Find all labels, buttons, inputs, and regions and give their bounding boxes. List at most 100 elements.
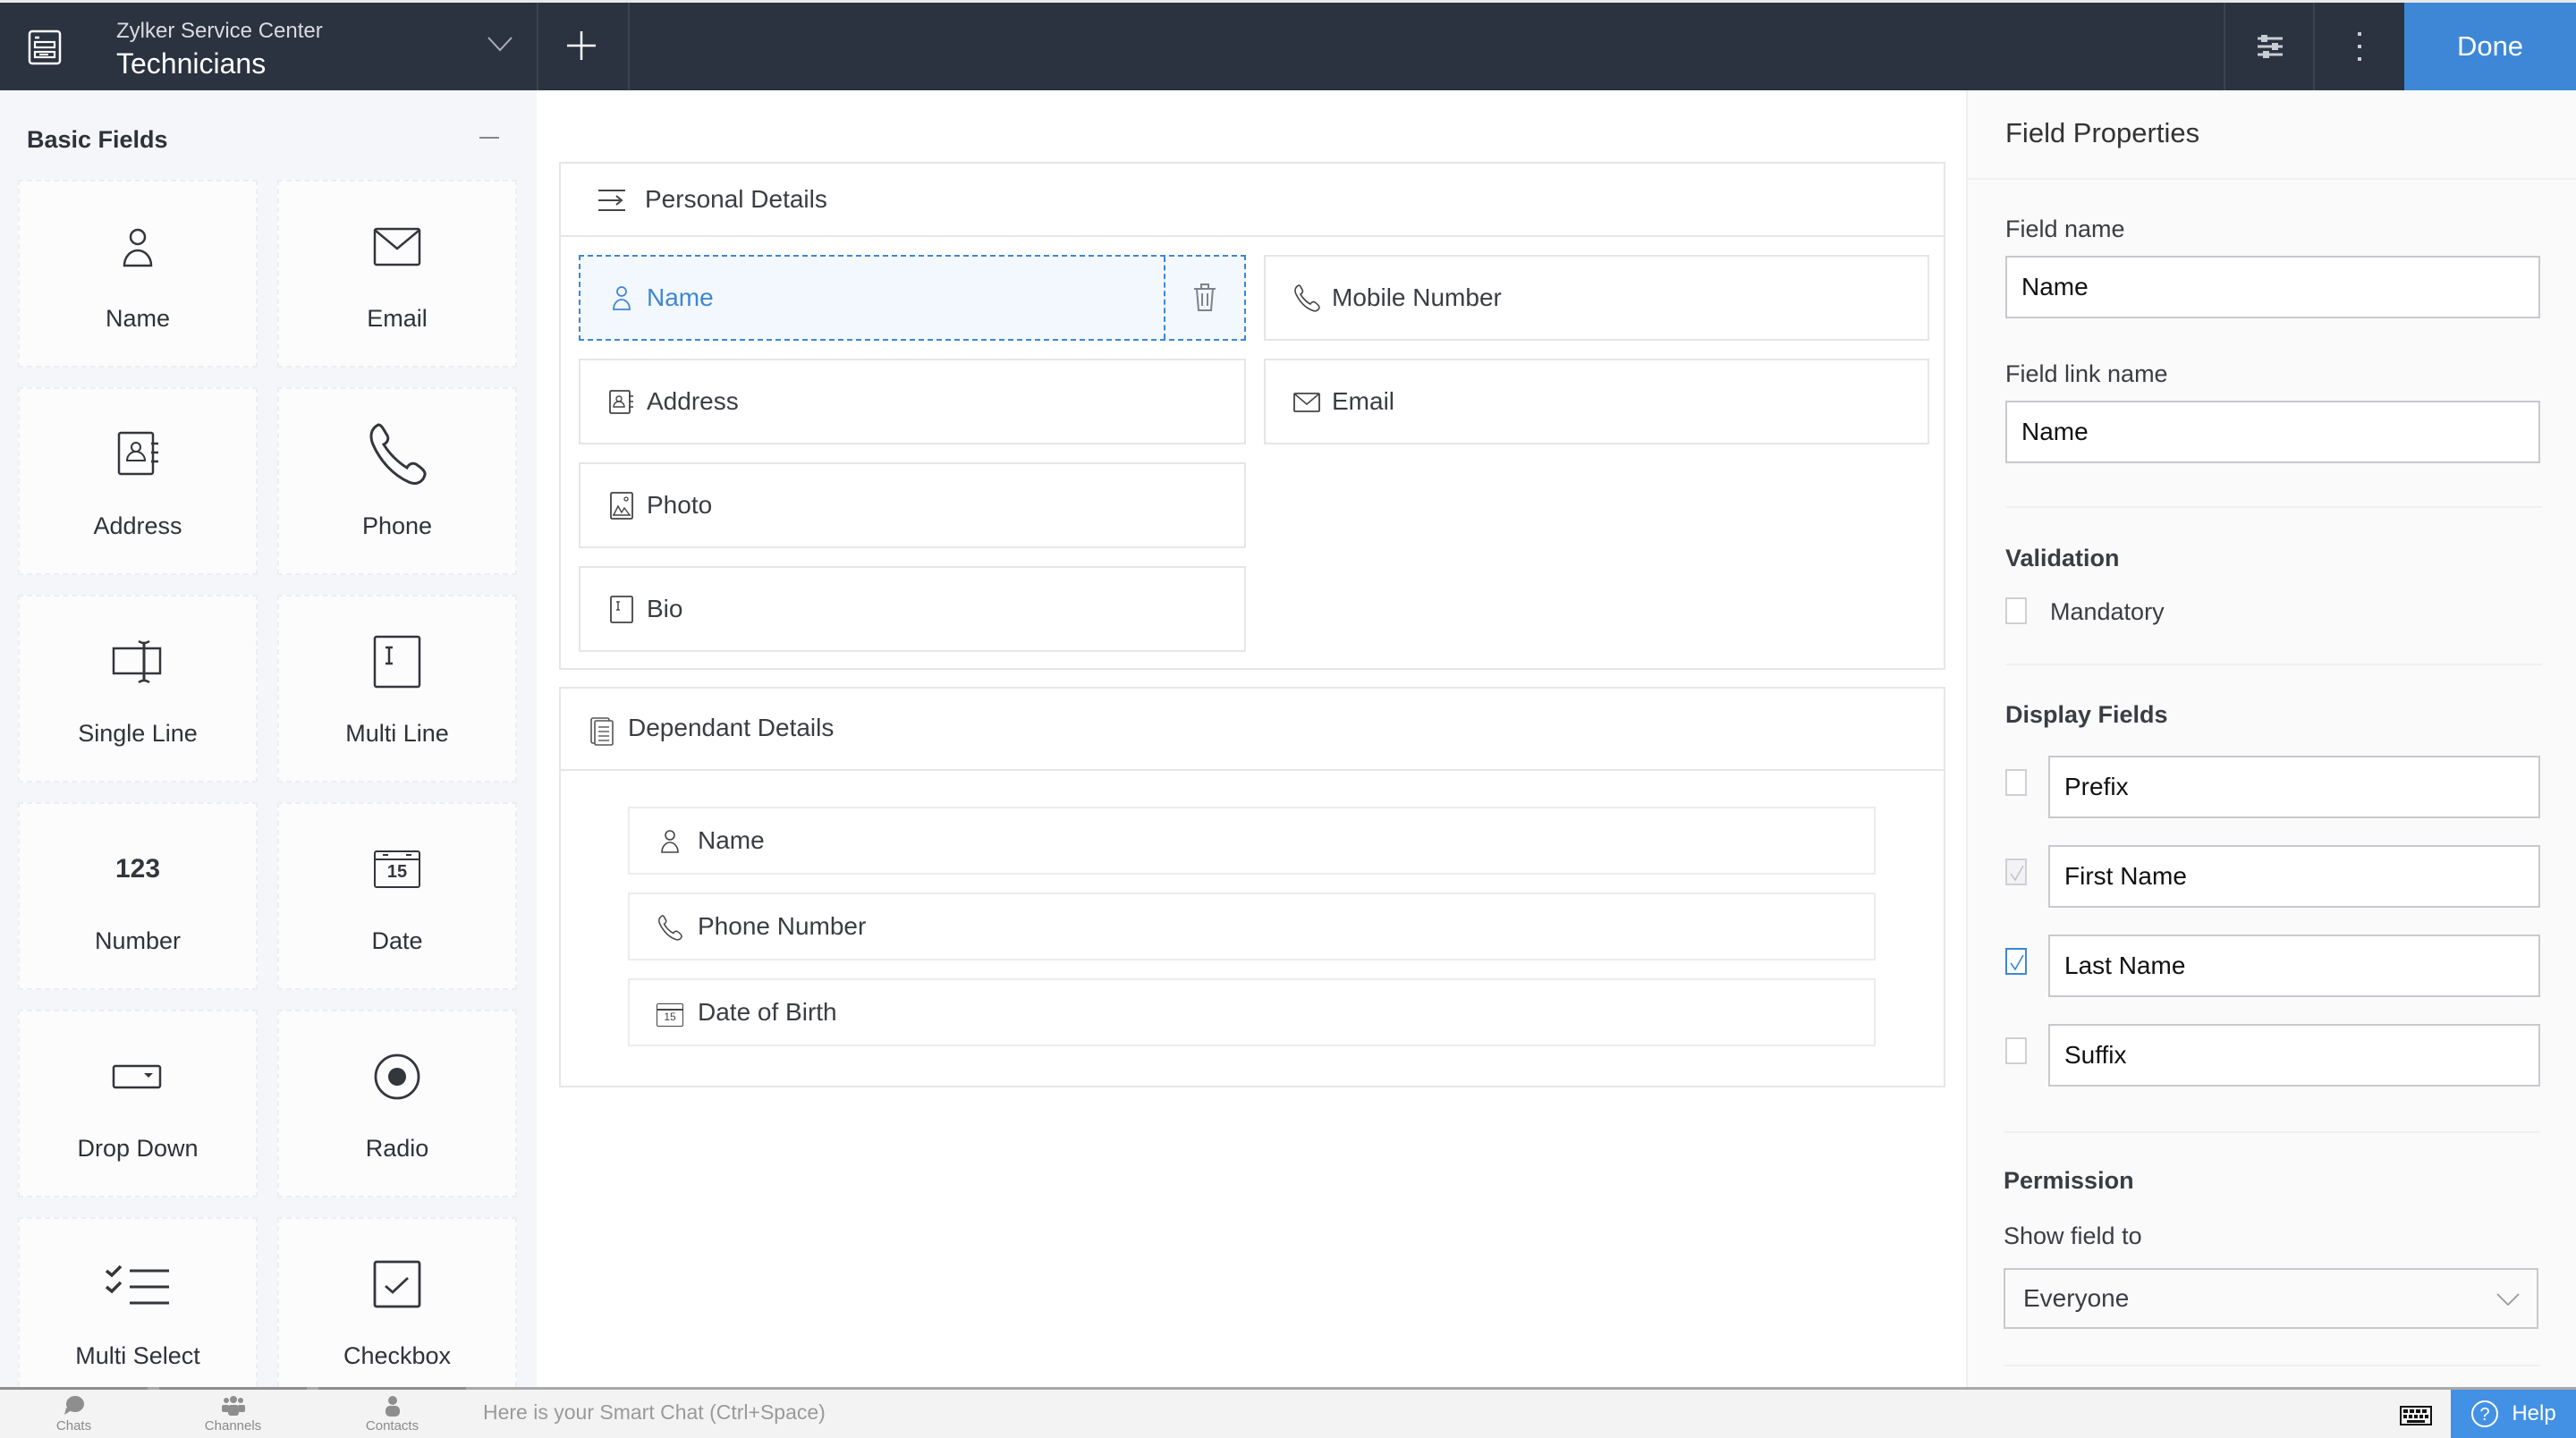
- plus-icon[interactable]: [565, 30, 597, 62]
- form-field-bio[interactable]: Bio: [579, 566, 1246, 652]
- help-button[interactable]: ? Help: [2451, 1390, 2576, 1438]
- last-name-input[interactable]: Last Name: [2048, 935, 2540, 997]
- palette-item-drop-down[interactable]: Drop Down: [18, 1010, 258, 1197]
- section-icon: [598, 190, 625, 211]
- keyboard-icon[interactable]: [2400, 1406, 2432, 1425]
- palette-item-name[interactable]: Name: [18, 180, 258, 368]
- envelope-icon: [1293, 393, 1320, 412]
- section-dependant-details[interactable]: Dependant Details Name Phone Number 15 D…: [559, 687, 1945, 1087]
- field-name-label: Field name: [2005, 216, 2125, 242]
- help-label: Help: [2512, 1401, 2556, 1425]
- mandatory-checkbox[interactable]: [2005, 597, 2027, 624]
- subform-field-phone-number[interactable]: Phone Number: [628, 892, 1876, 960]
- app-header: Zylker Service Center Technicians Done: [0, 0, 2576, 90]
- delete-field-button[interactable]: [1164, 257, 1244, 339]
- chevron-down-icon: [2496, 1293, 2520, 1307]
- phone-icon: [658, 915, 682, 941]
- palette-item-radio[interactable]: Radio: [277, 1010, 517, 1197]
- form-title[interactable]: Technicians: [116, 47, 266, 80]
- field-link-name-input[interactable]: Name: [2005, 401, 2540, 463]
- palette-item-phone[interactable]: Phone: [277, 387, 517, 575]
- header-divider: [2313, 3, 2315, 90]
- divider: [2005, 506, 2542, 508]
- field-label: Name: [647, 283, 714, 311]
- settings-button[interactable]: [2227, 3, 2313, 90]
- palette-item-multi-select[interactable]: Multi Select: [18, 1217, 258, 1387]
- group-icon: [221, 1396, 245, 1416]
- field-label: Photo: [647, 491, 713, 519]
- palette-item-label: Phone: [361, 512, 433, 539]
- palette-item-address[interactable]: Address: [18, 387, 258, 575]
- divider: [2004, 1365, 2540, 1366]
- section-header: Dependant Details: [561, 689, 1944, 771]
- form-icon[interactable]: [27, 30, 63, 65]
- form-field-address[interactable]: Address: [579, 359, 1246, 444]
- trash-icon: [1194, 283, 1216, 311]
- org-name: Zylker Service Center: [116, 19, 323, 43]
- section-title: Dependant Details: [628, 714, 835, 741]
- form-field-mobile-number[interactable]: Mobile Number: [1264, 255, 1929, 341]
- subform-icon: [590, 717, 614, 746]
- first-name-input[interactable]: First Name: [2048, 845, 2540, 908]
- more-options-button[interactable]: [2317, 3, 2402, 90]
- section-personal-details[interactable]: Personal Details Name Mobile Number Addr…: [559, 162, 1945, 670]
- field-label: Phone Number: [698, 912, 867, 940]
- subform-field-name[interactable]: Name: [628, 807, 1876, 875]
- subform-field-date-of-birth[interactable]: 15 Date of Birth: [628, 978, 1876, 1046]
- field-label: Name: [698, 826, 765, 854]
- show-field-to-select[interactable]: Everyone: [2004, 1268, 2538, 1329]
- field-label: Address: [647, 387, 739, 415]
- palette-item-label: Drop Down: [77, 1135, 199, 1162]
- palette-item-label: Single Line: [78, 720, 198, 747]
- done-button[interactable]: Done: [2404, 3, 2576, 90]
- last-name-checkbox[interactable]: [2005, 948, 2027, 975]
- select-value: Everyone: [2023, 1284, 2130, 1312]
- palette-item-label: Address: [93, 512, 182, 539]
- chevron-down-icon[interactable]: [487, 35, 513, 53]
- bottom-bar: Chats Channels Contacts Here is your Sma…: [0, 1387, 2576, 1438]
- section-title: Personal Details: [645, 185, 827, 213]
- checkbox-icon: [373, 1260, 421, 1308]
- palette-item-label: Email: [367, 305, 428, 332]
- person-icon: [123, 228, 153, 267]
- form-field-photo[interactable]: Photo: [579, 462, 1246, 548]
- palette-item-multi-line[interactable]: Multi Line: [277, 595, 517, 782]
- tab-label: Contacts: [365, 1418, 419, 1434]
- multi-select-icon: [105, 1265, 169, 1305]
- suffix-checkbox[interactable]: [2005, 1037, 2027, 1064]
- calendar-icon: 15: [374, 850, 420, 888]
- form-field-email[interactable]: Email: [1264, 359, 1929, 444]
- section-header: Personal Details: [561, 164, 1944, 237]
- collapse-icon[interactable]: [479, 137, 499, 139]
- palette-title: Basic Fields: [27, 126, 168, 153]
- mandatory-label: Mandatory: [2050, 598, 2165, 625]
- svg-text:?: ?: [2480, 1405, 2490, 1425]
- display-fields-heading: Display Fields: [2005, 701, 2168, 728]
- help-icon: ?: [2471, 1400, 2499, 1427]
- palette-item-checkbox[interactable]: Checkbox: [277, 1217, 517, 1387]
- prefix-input[interactable]: Prefix: [2048, 756, 2540, 818]
- divider: [2005, 664, 2542, 665]
- smart-chat-input[interactable]: Here is your Smart Chat (Ctrl+Space): [483, 1400, 826, 1425]
- radio-icon: [374, 1053, 420, 1100]
- header-divider: [628, 3, 630, 90]
- divider: [2004, 1131, 2540, 1133]
- palette-item-email[interactable]: Email: [277, 180, 517, 368]
- palette-item-single-line[interactable]: Single Line: [18, 595, 258, 782]
- tab-channels[interactable]: Channels: [159, 1387, 307, 1438]
- palette-item-number[interactable]: 123 Number: [18, 802, 258, 990]
- palette-item-label: Date: [371, 927, 423, 954]
- divider: [1968, 178, 2576, 180]
- suffix-input[interactable]: Suffix: [2048, 1024, 2540, 1087]
- tab-label: Chats: [55, 1418, 92, 1434]
- field-palette: Basic Fields Name Email Address Phone Si…: [0, 90, 537, 1387]
- multi-line-icon: [373, 635, 421, 689]
- palette-item-date[interactable]: 15 Date: [277, 802, 517, 990]
- form-field-name[interactable]: Name: [579, 255, 1246, 341]
- prefix-checkbox[interactable]: [2005, 769, 2027, 796]
- field-name-input[interactable]: Name: [2005, 256, 2540, 318]
- show-field-to-label: Show field to: [2004, 1222, 2142, 1249]
- tab-chats[interactable]: Chats: [0, 1387, 148, 1438]
- tab-contacts[interactable]: Contacts: [318, 1387, 466, 1438]
- header-divider: [537, 3, 538, 90]
